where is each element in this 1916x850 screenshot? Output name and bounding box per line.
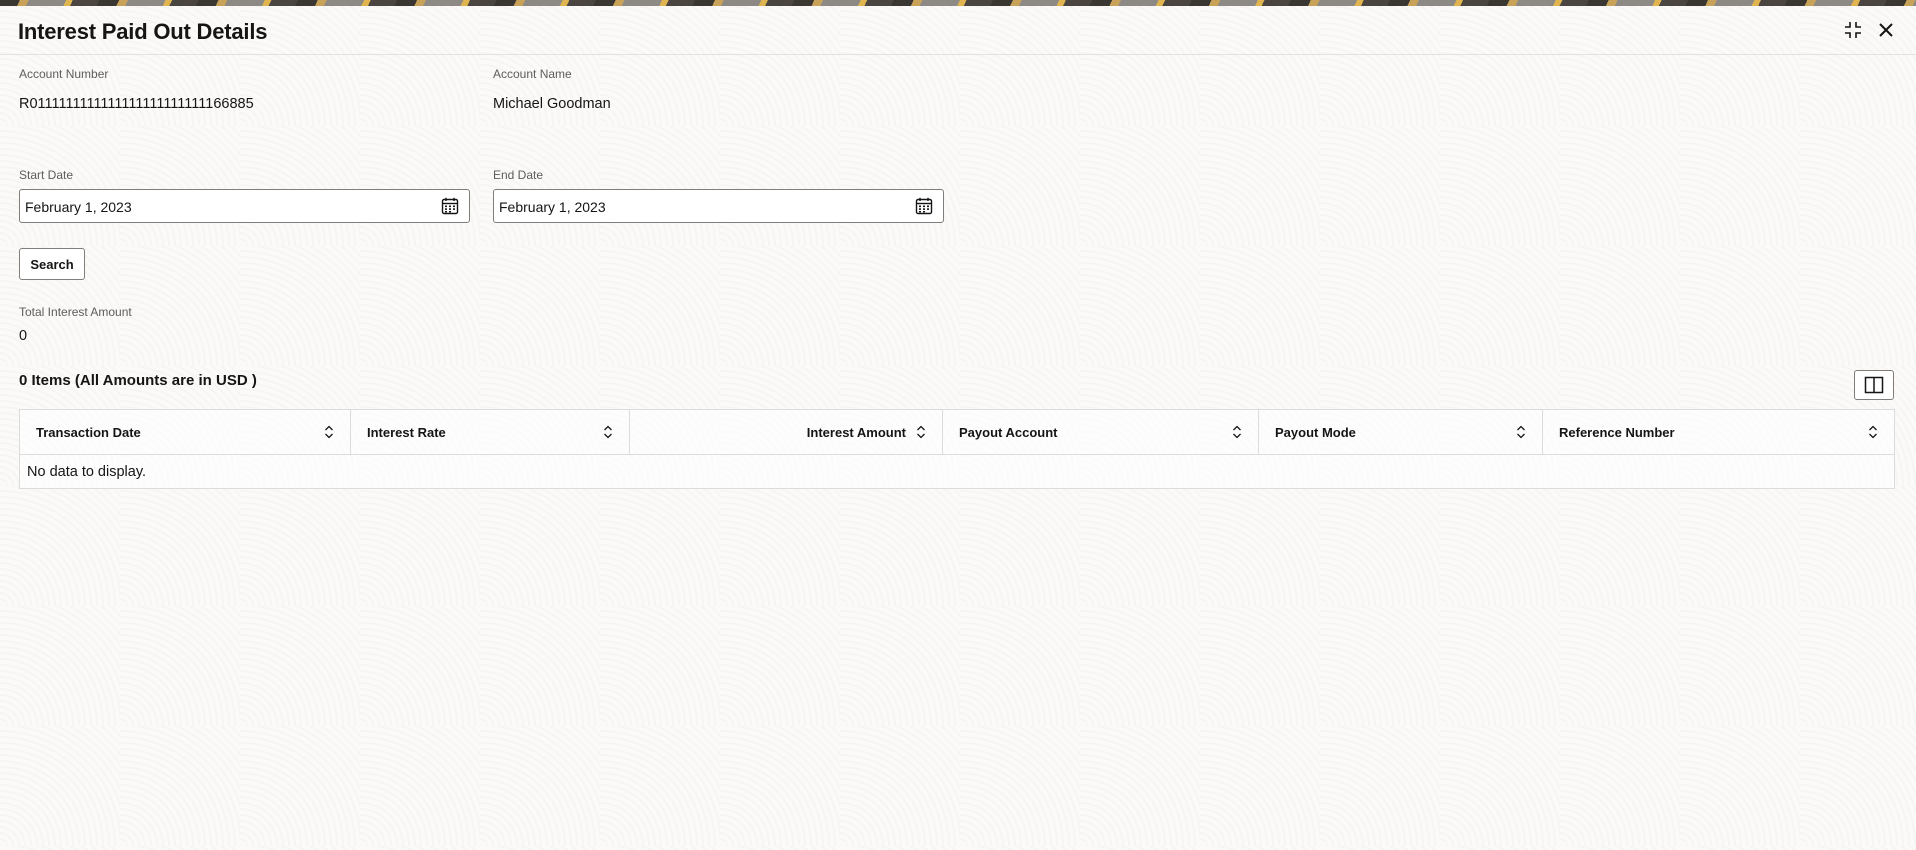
sort-icon[interactable] xyxy=(324,425,334,439)
sort-icon[interactable] xyxy=(603,425,613,439)
column-header-transaction-date[interactable]: Transaction Date xyxy=(20,410,351,454)
column-toggle-icon xyxy=(1864,376,1884,394)
start-date-field[interactable]: February 1, 2023 xyxy=(19,189,470,223)
account-number-label: Account Number xyxy=(19,67,109,81)
sort-icon[interactable] xyxy=(1232,425,1242,439)
end-date-label: End Date xyxy=(493,168,544,182)
maximize-button[interactable] xyxy=(1841,18,1865,42)
dialog-header: Interest Paid Out Details xyxy=(0,6,1916,55)
items-count-label: 0 Items (All Amounts are in USD ) xyxy=(19,372,257,389)
total-interest-value: 0 xyxy=(19,328,28,344)
total-interest-label: Total Interest Amount xyxy=(19,305,132,319)
start-date-value[interactable]: February 1, 2023 xyxy=(25,199,132,215)
column-header-label: Payout Mode xyxy=(1275,424,1356,440)
sort-icon[interactable] xyxy=(1868,425,1878,439)
column-header-reference-number[interactable]: Reference Number xyxy=(1543,410,1894,454)
table-header-row: Transaction Date Interest Rate Interest … xyxy=(20,410,1894,455)
account-number-value: R0111111111111111111111111166885 xyxy=(19,96,254,112)
calendar-icon[interactable] xyxy=(441,197,459,215)
column-header-interest-amount[interactable]: Interest Amount xyxy=(630,410,943,454)
close-button[interactable] xyxy=(1874,18,1898,42)
column-header-label: Reference Number xyxy=(1559,424,1675,440)
column-header-label: Transaction Date xyxy=(36,424,141,440)
sort-icon[interactable] xyxy=(916,425,926,439)
maximize-icon xyxy=(1845,22,1861,38)
empty-table-message: No data to display. xyxy=(27,463,147,480)
search-button[interactable]: Search xyxy=(19,248,85,280)
calendar-icon[interactable] xyxy=(915,197,933,215)
end-date-field[interactable]: February 1, 2023 xyxy=(493,189,944,223)
sort-icon[interactable] xyxy=(1516,425,1526,439)
interest-paid-out-dialog: Interest Paid Out Details Account Number… xyxy=(0,6,1916,850)
start-date-label: Start Date xyxy=(19,168,74,182)
column-header-label: Payout Account xyxy=(959,424,1058,440)
account-name-label: Account Name xyxy=(493,67,572,81)
page-title: Interest Paid Out Details xyxy=(18,19,268,44)
column-toggle-button[interactable] xyxy=(1854,370,1894,400)
column-header-payout-mode[interactable]: Payout Mode xyxy=(1259,410,1543,454)
account-name-value: Michael Goodman xyxy=(493,96,611,112)
column-header-payout-account[interactable]: Payout Account xyxy=(943,410,1259,454)
column-header-label: Interest Amount xyxy=(806,424,906,440)
end-date-value[interactable]: February 1, 2023 xyxy=(499,199,606,215)
column-header-interest-rate[interactable]: Interest Rate xyxy=(351,410,630,454)
close-icon xyxy=(1879,23,1893,37)
interest-table: Transaction Date Interest Rate Interest … xyxy=(19,409,1895,489)
column-header-label: Interest Rate xyxy=(367,424,446,440)
